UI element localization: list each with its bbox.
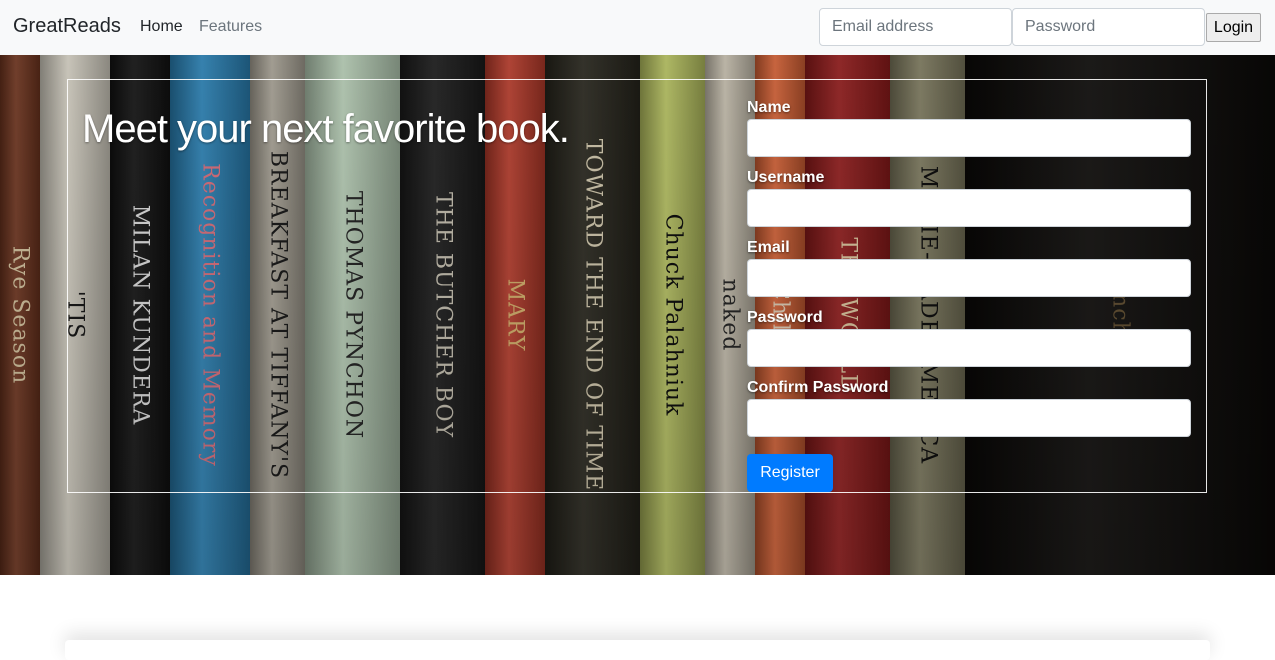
brand-logo[interactable]: GreatReads: [13, 15, 121, 38]
username-input[interactable]: [747, 189, 1191, 227]
content-card: [65, 640, 1210, 660]
login-password-input[interactable]: [1012, 8, 1205, 46]
email-input[interactable]: [747, 259, 1191, 297]
email-label: Email: [747, 239, 790, 256]
hero-banner: Rye Season'TISMILAN KUNDERARecognition a…: [0, 55, 1275, 575]
password-input[interactable]: [747, 329, 1191, 367]
hero-headline: Meet your next favorite book.: [82, 107, 570, 151]
confirm-password-input[interactable]: [747, 399, 1191, 437]
confirm-password-label: Confirm Password: [747, 379, 889, 396]
register-form: Name Username Email Password Confirm Pas…: [747, 99, 1191, 449]
name-input[interactable]: [747, 119, 1191, 157]
login-email-input[interactable]: [819, 8, 1012, 46]
nav-link-home[interactable]: Home: [140, 18, 183, 36]
name-label: Name: [747, 99, 791, 116]
username-label: Username: [747, 169, 825, 186]
login-button[interactable]: Login: [1206, 13, 1261, 42]
password-label: Password: [747, 309, 823, 326]
top-navbar: GreatReads Home Features Login: [0, 0, 1275, 55]
nav-link-features[interactable]: Features: [199, 18, 262, 36]
register-button[interactable]: Register: [747, 454, 833, 492]
